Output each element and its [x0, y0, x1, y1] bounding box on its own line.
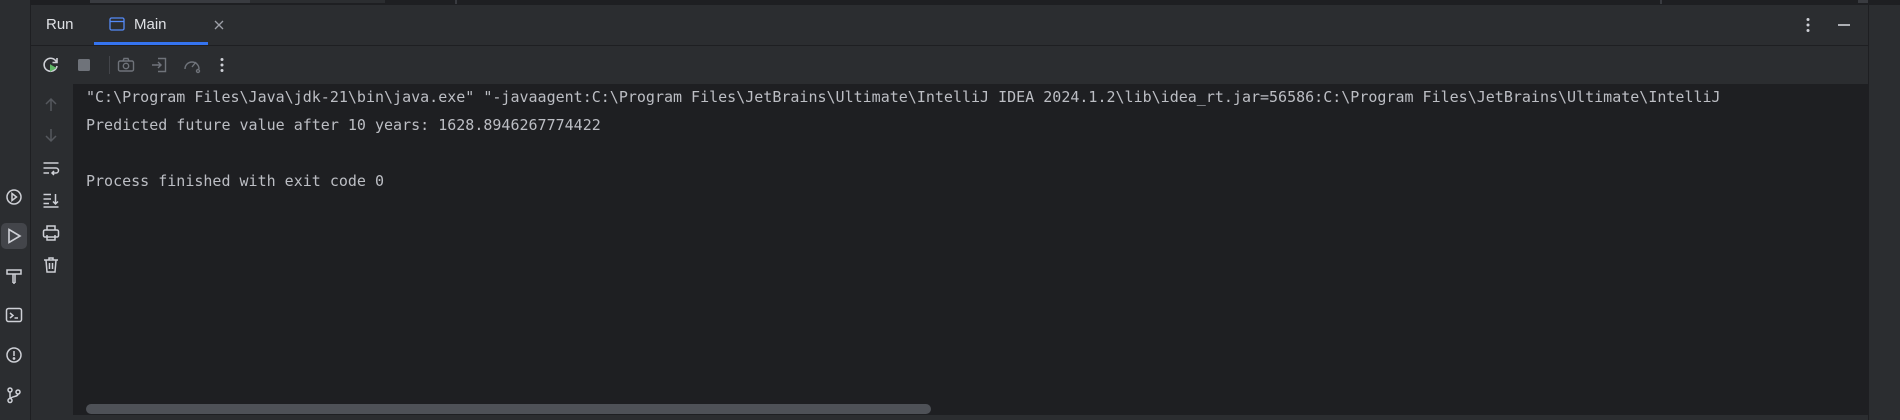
git-icon[interactable]	[1, 382, 27, 408]
stop-icon[interactable]	[73, 54, 95, 76]
tool-window-bar	[0, 0, 31, 420]
scroll-to-end-icon[interactable]	[40, 189, 62, 211]
minimize-icon[interactable]	[1834, 15, 1854, 35]
tab-main[interactable]: Main	[94, 5, 208, 45]
console-line-command: "C:\Program Files\Java\jdk-21\bin\java.e…	[86, 88, 1721, 106]
services-icon[interactable]	[1, 184, 27, 210]
print-icon[interactable]	[40, 222, 62, 244]
console-line-output: Predicted future value after 10 years: 1…	[86, 116, 601, 134]
top-strip-segment	[1858, 0, 1868, 3]
more-vertical-icon[interactable]	[211, 54, 233, 76]
console-line-exit: Process finished with exit code 0	[86, 172, 385, 190]
bottom-edge	[31, 415, 1868, 420]
top-strip-divider	[455, 0, 457, 4]
soft-wrap-icon[interactable]	[40, 157, 62, 179]
horizontal-scrollbar[interactable]	[86, 404, 931, 414]
arrow-up-icon[interactable]	[40, 94, 62, 116]
tab-label: Main	[134, 16, 167, 33]
top-strip-segment	[90, 0, 250, 3]
tool-window-title: Run	[46, 16, 74, 33]
close-icon[interactable]	[212, 18, 226, 32]
more-vertical-icon[interactable]	[1798, 15, 1818, 35]
right-tool-window-bar	[1868, 5, 1900, 420]
run-tool-window-header: Run Main	[31, 5, 1868, 46]
top-strip	[0, 0, 1900, 4]
rerun-icon[interactable]	[40, 54, 62, 76]
tab-selected-indicator	[94, 42, 208, 45]
screenshot-icon[interactable]	[115, 54, 137, 76]
console-gutter	[31, 84, 73, 420]
restore-layout-icon[interactable]	[148, 54, 170, 76]
top-strip-divider	[1660, 0, 1662, 4]
application-icon	[109, 17, 125, 31]
build-icon[interactable]	[1, 263, 27, 289]
terminal-icon[interactable]	[1, 302, 27, 328]
top-strip-segment	[250, 0, 385, 3]
toolbar-separator	[109, 56, 110, 74]
run-icon[interactable]	[1, 223, 27, 249]
console-output[interactable]: "C:\Program Files\Java\jdk-21\bin\java.e…	[73, 84, 1868, 420]
arrow-down-icon[interactable]	[40, 124, 62, 146]
run-toolbar	[31, 46, 1868, 84]
coverage-icon[interactable]	[181, 54, 203, 76]
trash-icon[interactable]	[40, 254, 62, 276]
problems-icon[interactable]	[1, 342, 27, 368]
